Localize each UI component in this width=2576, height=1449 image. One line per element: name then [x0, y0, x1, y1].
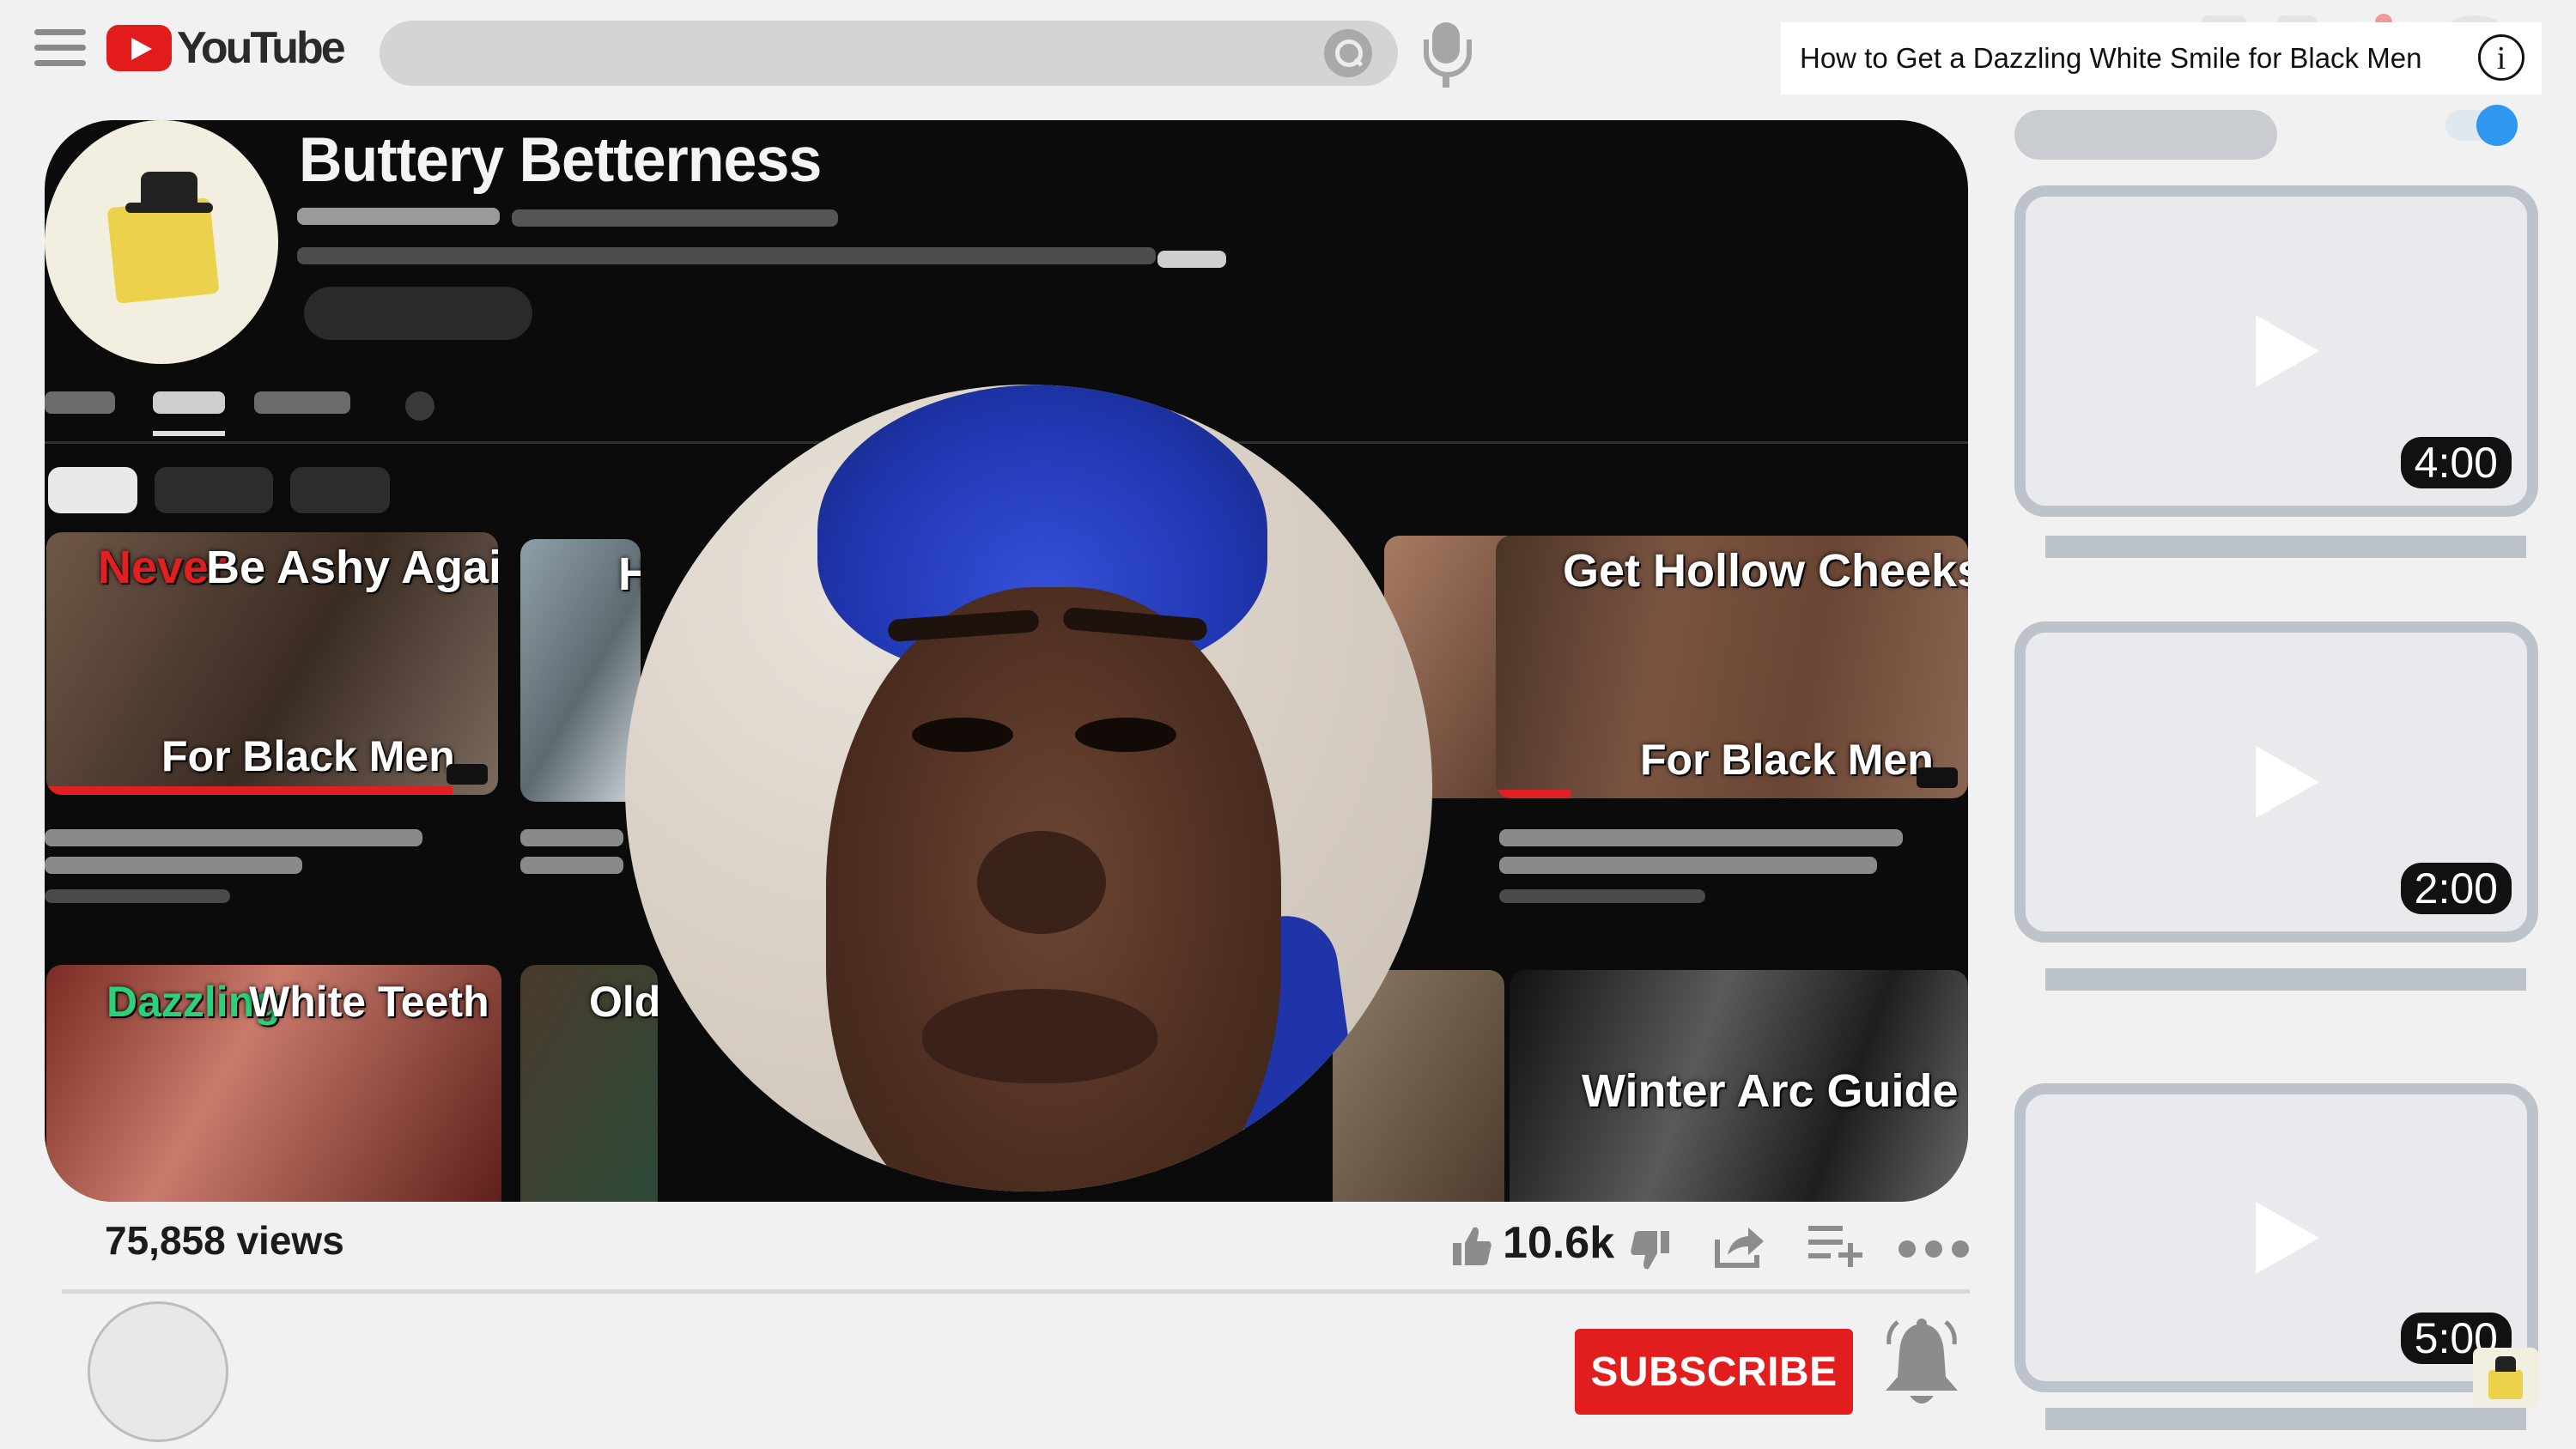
video-thumbnail: Dazzling White Teeth — [46, 965, 501, 1202]
play-icon — [2256, 1202, 2319, 1274]
video-thumbnail: Never Be Ashy Again For Black Men — [46, 532, 498, 795]
recommended-video-card[interactable]: 2:00 — [2014, 621, 2538, 943]
thumbnail-duration — [447, 764, 488, 785]
like-count: 10.6k — [1503, 1218, 1615, 1268]
recommended-video-title — [2045, 1408, 2526, 1430]
channel-watermark[interactable] — [2473, 1348, 2538, 1408]
menu-icon[interactable] — [34, 29, 86, 66]
recommended-video-card[interactable]: 4:00 — [2014, 185, 2538, 517]
channel-stats — [512, 209, 838, 227]
view-count: 75,858 views — [105, 1218, 344, 1263]
chip-latest — [48, 467, 137, 513]
video-thumbnail: Old M — [520, 965, 658, 1202]
video-title-line — [45, 857, 302, 874]
channel-search-icon — [405, 391, 434, 421]
video-thumbnail: Get Hollow Cheeks For Black Men — [1496, 536, 1968, 798]
tab-home — [45, 391, 115, 414]
bell-icon[interactable] — [1882, 1319, 1961, 1411]
channel-handle — [297, 208, 500, 225]
video-meta-line — [1499, 889, 1705, 903]
video-title-line — [45, 829, 422, 846]
search-input[interactable] — [380, 21, 1398, 86]
subscribe-button[interactable]: SUBSCRIBE — [1575, 1329, 1853, 1415]
thumbnail-caption-bottom: For Black Men — [1640, 736, 1934, 784]
thumbnail-caption: Get Hollow Cheeks — [1563, 545, 1968, 597]
youtube-play-icon — [106, 25, 172, 71]
youtube-logo[interactable]: YouTube — [106, 22, 346, 74]
play-icon — [2256, 315, 2319, 387]
video-title-line — [520, 829, 623, 846]
video-thumbnail: Hai — [520, 539, 641, 802]
more-options-icon[interactable] — [1898, 1240, 1970, 1258]
video-title-line — [1499, 857, 1877, 874]
video-title-line — [520, 857, 623, 874]
video-title-line — [1499, 829, 1903, 846]
more-link — [1157, 251, 1226, 268]
chip-oldest — [290, 467, 390, 513]
search-icon[interactable] — [1324, 29, 1372, 77]
microphone-icon[interactable] — [1420, 22, 1472, 88]
subscribed-button — [304, 287, 532, 340]
channel-name: Buttery Betterness — [299, 124, 822, 195]
thumbnail-caption: Be Ashy Again — [206, 542, 498, 593]
video-player[interactable]: Buttery Betterness Never Be Ashy Again F… — [45, 120, 1968, 1202]
duration-badge: 2:00 — [2400, 863, 2512, 914]
autoplay-toggle[interactable] — [2445, 105, 2518, 146]
thumbnail-caption: Old M — [589, 978, 658, 1026]
video-thumbnail: Winter Arc Guide — [1510, 970, 1968, 1202]
thumbnail-caption: Winter Arc Guide — [1582, 1065, 1959, 1117]
logo-text: YouTube — [177, 23, 346, 73]
watch-progress — [46, 786, 453, 795]
info-card[interactable]: How to Get a Dazzling White Smile for Bl… — [1781, 22, 2542, 94]
thumbnail-duration — [1917, 767, 1958, 788]
recommended-video-title — [2045, 536, 2526, 558]
duration-badge: 4:00 — [2400, 437, 2512, 488]
thumbs-down-icon[interactable] — [1628, 1229, 1671, 1272]
share-icon[interactable] — [1714, 1222, 1765, 1269]
up-next-label — [2014, 110, 2277, 160]
avatar[interactable] — [88, 1301, 228, 1442]
thumbnail-caption: Hai — [618, 549, 641, 600]
play-icon — [2256, 746, 2319, 818]
recommended-video-card[interactable]: 5:00 — [2014, 1083, 2538, 1392]
channel-description — [297, 247, 1156, 264]
info-icon[interactable]: i — [2478, 34, 2524, 81]
thumbnail-caption: White Teeth — [249, 978, 489, 1026]
tab-playlists — [254, 391, 350, 414]
tab-underline — [153, 431, 225, 436]
info-card-title: How to Get a Dazzling White Smile for Bl… — [1800, 42, 2422, 74]
recommended-video-title — [2045, 968, 2526, 991]
section-divider — [62, 1289, 1970, 1294]
presenter-video — [625, 385, 1432, 1191]
tab-videos — [153, 391, 225, 414]
chip-popular — [155, 467, 273, 513]
add-to-playlist-icon[interactable] — [1808, 1222, 1867, 1267]
video-meta-line — [45, 889, 230, 903]
channel-logo — [45, 120, 278, 364]
thumbnail-caption-bottom: For Black Men — [161, 732, 455, 780]
thumbs-up-icon[interactable] — [1453, 1224, 1492, 1267]
watch-progress — [1496, 790, 1571, 798]
